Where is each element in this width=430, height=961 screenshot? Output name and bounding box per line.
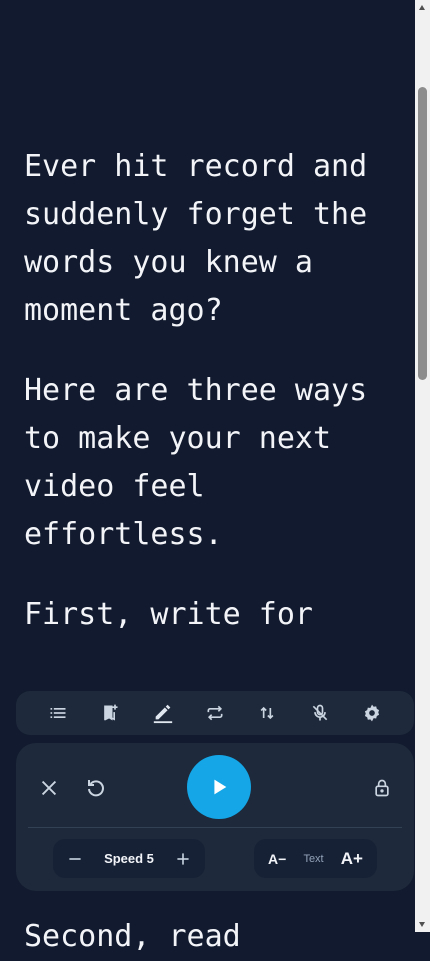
script-paragraph-2: Here are three ways to make your next vi… (24, 373, 368, 552)
restart-button[interactable] (82, 774, 110, 802)
lock-button[interactable] (370, 776, 394, 800)
list-icon[interactable] (42, 697, 74, 729)
script-paragraph-4: Second, read (24, 919, 241, 954)
speed-control: Speed 5 (53, 839, 205, 878)
loop-icon[interactable] (199, 697, 231, 729)
teleprompter-script: Ever hit record and suddenly forget the … (24, 143, 384, 954)
text-size-label: Text (303, 852, 324, 865)
play-button[interactable] (187, 755, 251, 819)
font-increase-button[interactable]: A+ (341, 849, 363, 869)
text-size-control: A− Text A+ (254, 839, 377, 878)
script-paragraph-3: First, write for (24, 597, 313, 632)
mic-off-icon[interactable] (304, 697, 336, 729)
scroll-up-arrow[interactable] (415, 0, 430, 15)
scrollbar[interactable] (415, 0, 430, 932)
panel-divider (28, 827, 402, 828)
speed-increase-button[interactable] (173, 849, 193, 869)
playback-panel: Speed 5 A− Text A+ (16, 743, 414, 891)
scroll-down-arrow[interactable] (415, 917, 430, 932)
font-decrease-button[interactable]: A− (268, 851, 286, 867)
tool-bar (16, 691, 414, 735)
bookmark-add-icon[interactable] (94, 697, 126, 729)
speed-label: Speed 5 (104, 851, 154, 866)
edit-icon[interactable] (147, 697, 179, 729)
swap-vertical-icon[interactable] (251, 697, 283, 729)
script-paragraph-1: Ever hit record and suddenly forget the … (24, 149, 368, 328)
close-button[interactable] (36, 775, 62, 801)
settings-icon[interactable] (356, 697, 388, 729)
scroll-thumb[interactable] (418, 87, 427, 380)
speed-decrease-button[interactable] (65, 849, 85, 869)
